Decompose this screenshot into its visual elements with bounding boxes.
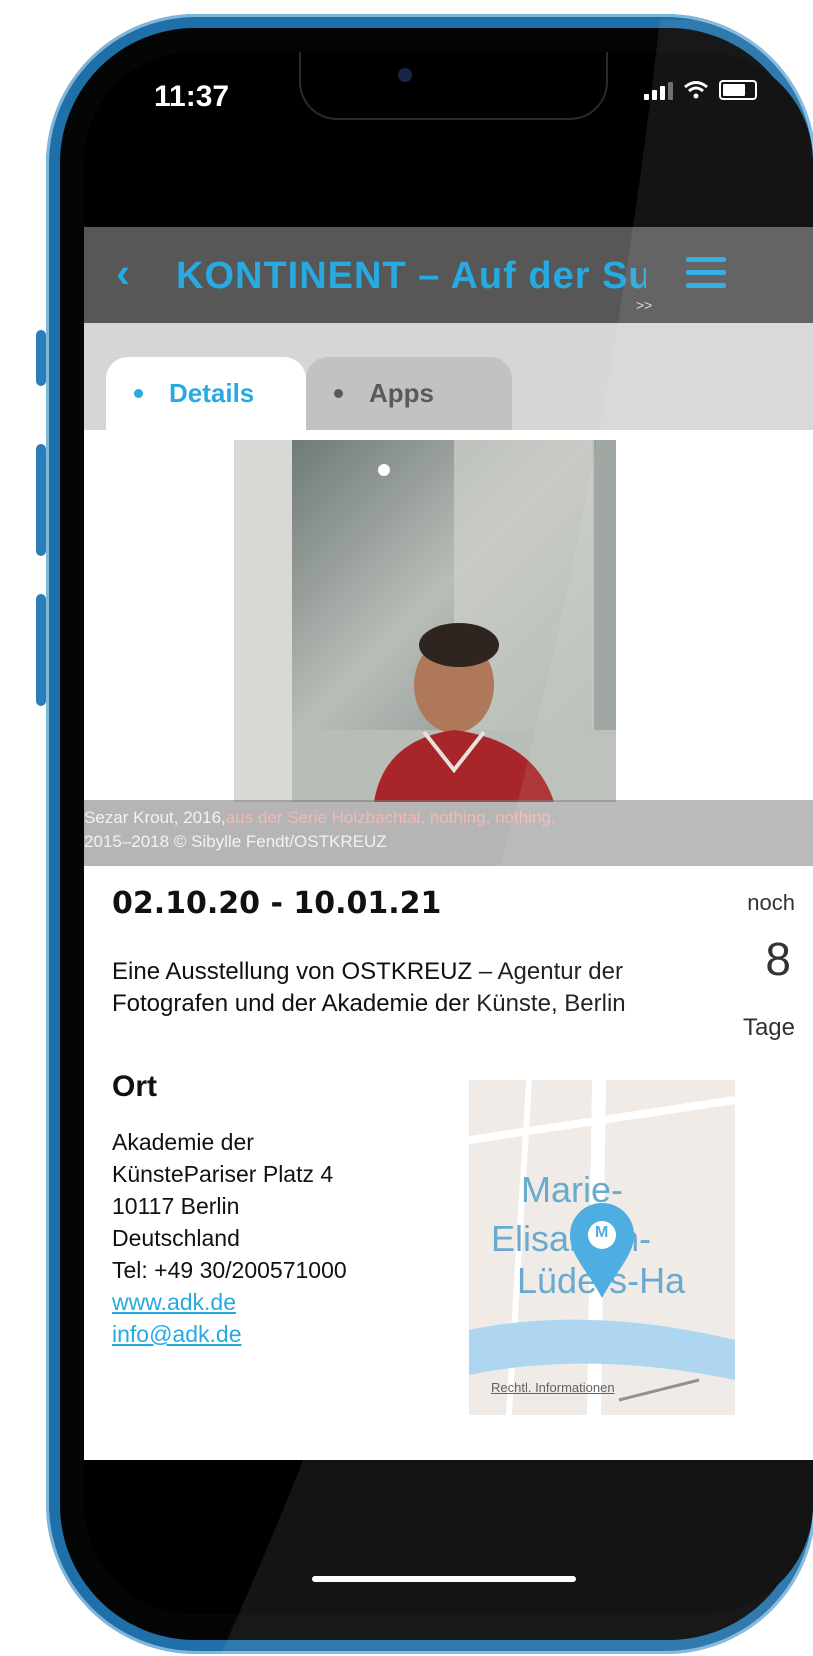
status-bar: 11:37 — [84, 52, 813, 172]
photo-caption: Sezar Krout, 2016,aus der Serie Holzbach… — [84, 800, 813, 866]
details-content: Sezar Krout, 2016,aus der Serie Holzbach… — [84, 430, 813, 1460]
tab-details[interactable]: Details — [106, 357, 306, 430]
caption-copyright: 2015–2018 © Sibylle Fendt/OSTKREUZ — [84, 832, 387, 851]
mute-switch — [36, 330, 46, 386]
hamburger-menu-icon[interactable] — [686, 257, 726, 291]
address-line: 10117 Berlin — [112, 1193, 240, 1219]
signal-icon — [644, 80, 673, 100]
page-title: KONTINENT – Auf der Su — [176, 255, 646, 297]
email-link[interactable]: info@adk.de — [112, 1318, 347, 1350]
map-pin-letter: M — [595, 1224, 609, 1241]
phone-screen: 11:37 ‹ KONTINENT – Auf der Su >> Detail… — [84, 52, 813, 1614]
status-time: 11:37 — [154, 80, 230, 113]
website-link[interactable]: www.adk.de — [112, 1286, 347, 1318]
countdown-days: 8 — [765, 933, 791, 985]
location-map[interactable]: Marie- Elisabeth- Lüders-Ha M Rechtl. In… — [469, 1080, 735, 1415]
event-dates: 02.10.20 - 10.01.21 — [112, 886, 442, 921]
location-heading: Ort — [112, 1070, 157, 1103]
address-line: KünstePariser Platz 4 — [112, 1161, 334, 1187]
event-description: Eine Ausstellung von OSTKREUZ – Agentur … — [112, 958, 626, 1017]
countdown-prefix: noch — [747, 890, 795, 915]
tab-bullet-icon — [134, 389, 143, 398]
volume-down-button — [36, 594, 46, 706]
tab-apps-label: Apps — [369, 378, 434, 408]
nav-bar: ‹ KONTINENT – Auf der Su >> — [84, 227, 813, 323]
back-chevron-icon[interactable]: ‹ — [116, 249, 130, 297]
address-line: Deutschland — [112, 1225, 240, 1251]
home-indicator[interactable] — [312, 1576, 576, 1582]
front-camera — [398, 68, 412, 82]
map-pin-icon[interactable] — [567, 1200, 637, 1300]
address-line: Akademie der — [112, 1129, 254, 1155]
map-legal-link[interactable]: Rechtl. Informationen — [491, 1380, 615, 1395]
tab-bullet-icon — [334, 389, 343, 398]
notch — [299, 52, 608, 120]
bottom-area — [84, 1460, 813, 1614]
title-overflow-indicator[interactable]: >> — [636, 297, 652, 313]
caption-credit: Sezar Krout, 2016, — [84, 808, 226, 827]
volume-up-button — [36, 444, 46, 556]
exhibition-photo — [234, 440, 616, 802]
phone-number: Tel: +49 30/200571000 — [112, 1257, 347, 1283]
battery-icon — [719, 80, 757, 100]
countdown-suffix: Tage — [742, 1014, 795, 1041]
caption-series: aus der Serie Holzbachtal, nothing, noth… — [225, 808, 556, 827]
tab-bar: Details Apps — [84, 323, 813, 430]
wifi-icon — [684, 81, 708, 99]
tab-details-label: Details — [169, 378, 255, 408]
tab-apps[interactable]: Apps — [306, 357, 512, 430]
location-address: Akademie der KünstePariser Platz 4 10117… — [112, 1126, 347, 1350]
status-icons — [644, 80, 757, 100]
